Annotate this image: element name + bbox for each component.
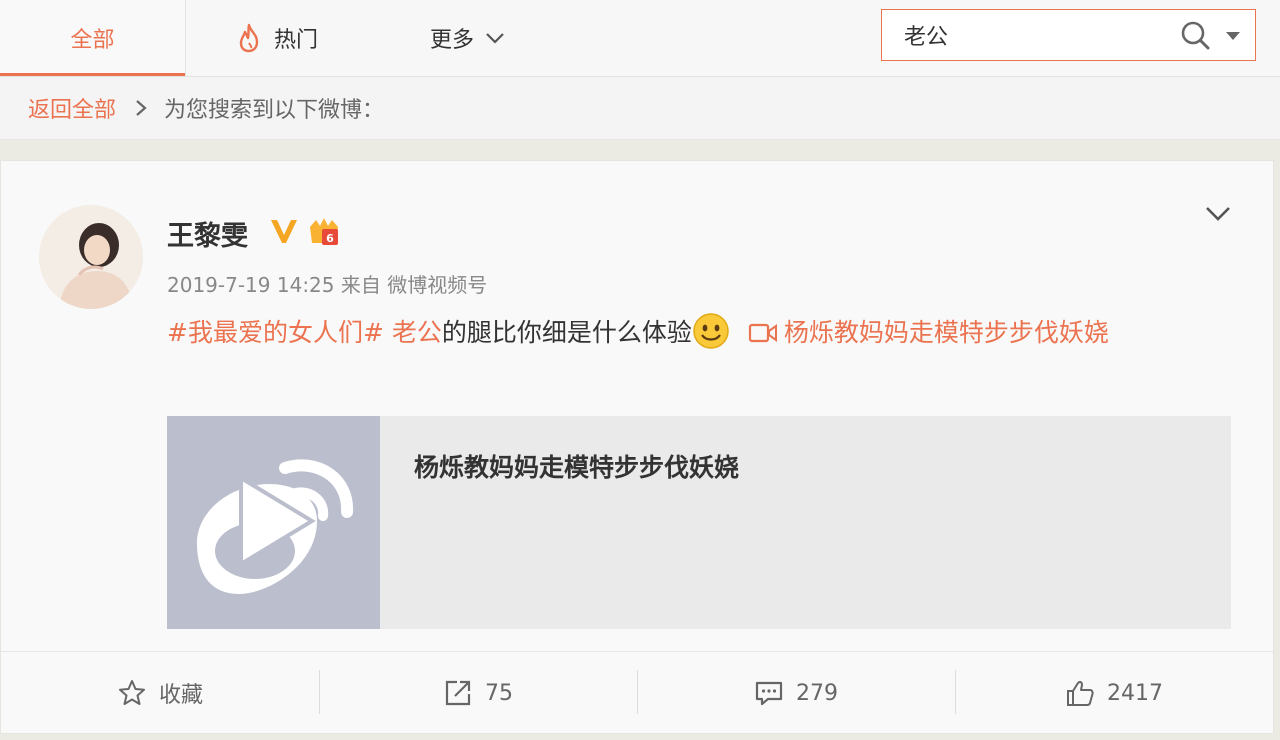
post-meta: 2019-7-19 14:25 来自 微博视频号 [167, 269, 487, 298]
weibo-play-icon [196, 459, 354, 594]
tab-more-label: 更多 [430, 28, 475, 53]
tab-all-label: 全部 [70, 28, 115, 53]
chevron-right-icon [136, 100, 147, 116]
tab-hot[interactable]: 热门 [236, 0, 318, 76]
search-keyword-highlight[interactable]: 老公 [392, 318, 442, 347]
search-icon[interactable] [1180, 20, 1210, 50]
post-action-bar: 收藏 75 279 2417 [1, 651, 1273, 734]
repost-count: 75 [485, 680, 513, 706]
top-nav-bar: 全部 热门 更多 [0, 0, 1280, 77]
post-timestamp[interactable]: 2019-7-19 14:25 [167, 273, 335, 297]
post-body-text: 的腿比你细是什么体验 [441, 318, 692, 347]
tab-all[interactable]: 全部 [0, 0, 186, 76]
favorite-label: 收藏 [158, 683, 203, 708]
smiley-icon [693, 313, 729, 349]
comment-count: 279 [796, 680, 838, 706]
caret-down-icon[interactable] [1225, 30, 1241, 42]
weibo-post-card: 王黎雯 6 2019-7-19 14:25 来自 微博视频号 #我最爱的女人们#… [0, 160, 1274, 734]
search-input[interactable] [904, 15, 1174, 55]
hashtag-link[interactable]: #我最爱的女人们# [167, 318, 384, 347]
vip-crown-icon[interactable]: 6 [306, 215, 342, 247]
post-source[interactable]: 微博视频号 [387, 273, 487, 297]
chevron-down-icon [486, 33, 504, 44]
repost-icon [445, 680, 471, 706]
like-icon [1067, 680, 1094, 706]
star-icon [118, 680, 145, 705]
post-text: #我最爱的女人们# 老公的腿比你细是什么体验 杨烁教妈妈走模特步步伐妖娆 [167, 309, 1237, 357]
svg-text:6: 6 [326, 232, 334, 245]
video-icon [748, 323, 777, 343]
fire-icon [239, 23, 259, 53]
like-count: 2417 [1107, 680, 1163, 706]
repost-button[interactable]: 75 [319, 652, 637, 734]
tab-more[interactable]: 更多 [430, 0, 506, 76]
avatar-image [39, 205, 143, 309]
comment-button[interactable]: 279 [637, 652, 955, 734]
favorite-button[interactable]: 收藏 [1, 652, 319, 734]
avatar[interactable] [39, 205, 143, 309]
breadcrumb: 返回全部 为您搜索到以下微博： [0, 77, 1280, 140]
verified-v-icon [271, 220, 297, 243]
user-name[interactable]: 王黎雯 [167, 214, 248, 253]
search-box [881, 9, 1256, 61]
like-button[interactable]: 2417 [955, 652, 1273, 734]
source-prefix: 来自 [340, 273, 381, 297]
search-result-text: 为您搜索到以下微博： [164, 98, 385, 123]
video-link[interactable]: 杨烁教妈妈走模特步步伐妖娆 [784, 318, 1109, 347]
back-to-all-link[interactable]: 返回全部 [28, 92, 116, 124]
video-card[interactable]: 杨烁教妈妈走模特步步伐妖娆 [167, 416, 1231, 629]
comment-icon [755, 681, 783, 706]
chevron-down-icon[interactable] [1204, 203, 1232, 225]
video-thumbnail [167, 416, 380, 629]
video-card-title: 杨烁教妈妈走模特步步伐妖娆 [414, 453, 740, 482]
tab-hot-label: 热门 [274, 28, 319, 53]
